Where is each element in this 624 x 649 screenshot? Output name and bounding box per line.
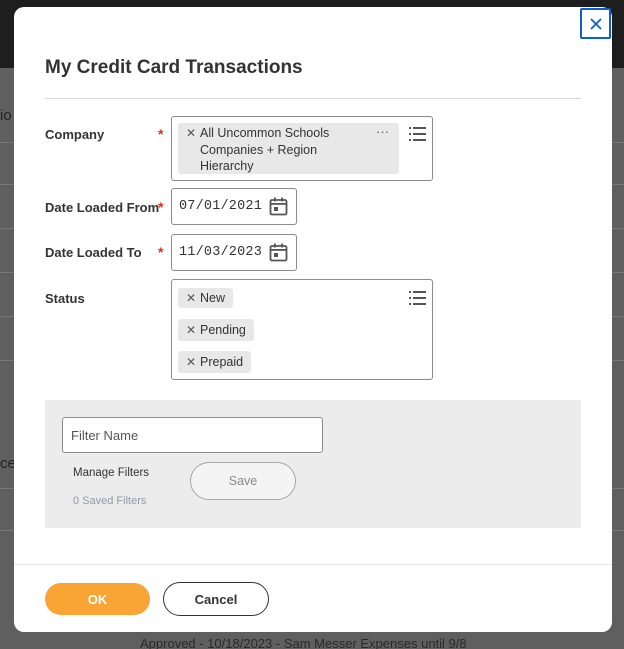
dialog-title: My Credit Card Transactions: [45, 57, 303, 78]
date-loaded-to-label: Date Loaded To: [45, 245, 142, 260]
cancel-button[interactable]: Cancel: [163, 582, 269, 616]
title-divider: [45, 98, 581, 99]
remove-status-icon[interactable]: ✕: [186, 322, 200, 338]
status-pill-new: ✕ New: [178, 288, 234, 308]
saved-filters-panel: Manage Filters 0 Saved Filters Save: [45, 400, 581, 528]
more-options-icon[interactable]: ···: [376, 124, 389, 139]
date-loaded-from-value: 07/01/2021: [179, 199, 263, 214]
remove-company-icon[interactable]: ✕: [186, 125, 200, 141]
saved-filters-count: 0 Saved Filters: [73, 495, 147, 507]
status-pill-pending: ✕ Pending: [178, 319, 254, 341]
status-pill-label: New: [200, 291, 226, 305]
manage-filters-label: Manage Filters: [73, 467, 150, 479]
save-filter-button[interactable]: Save: [190, 462, 296, 500]
footer-divider: [14, 564, 612, 565]
list-icon[interactable]: [409, 127, 426, 141]
credit-card-transactions-dialog: My Credit Card Transactions Company * ✕ …: [14, 7, 612, 632]
date-loaded-from-label: Date Loaded From: [45, 200, 160, 215]
status-pill-prepaid: ✕ Prepaid: [178, 351, 252, 373]
date-loaded-to-value: 11/03/2023: [179, 245, 263, 260]
list-icon[interactable]: [409, 291, 426, 305]
remove-status-icon[interactable]: ✕: [186, 290, 200, 306]
company-selected-value: All Uncommon Schools Companies + Region …: [200, 126, 330, 173]
date-loaded-from-required-marker: *: [158, 199, 164, 215]
status-multiselect[interactable]: ✕ New ✕ Pending ✕ Prepaid: [171, 279, 433, 380]
ok-button[interactable]: OK: [45, 583, 150, 615]
status-label: Status: [45, 291, 85, 306]
calendar-icon[interactable]: [269, 243, 288, 262]
company-multiselect[interactable]: ✕ All Uncommon Schools Companies + Regio…: [171, 116, 433, 181]
close-icon: [589, 17, 602, 30]
company-required-marker: *: [158, 126, 164, 142]
company-selected-pill: ✕ All Uncommon Schools Companies + Regio…: [178, 123, 399, 174]
date-loaded-from-input[interactable]: 07/01/2021: [171, 188, 297, 225]
date-loaded-to-input[interactable]: 11/03/2023: [171, 234, 297, 271]
filter-name-input[interactable]: [62, 417, 323, 453]
status-pill-label: Prepaid: [200, 355, 244, 369]
remove-status-icon[interactable]: ✕: [186, 354, 200, 370]
date-loaded-to-required-marker: *: [158, 244, 164, 260]
calendar-icon[interactable]: [269, 197, 288, 216]
company-label: Company: [45, 127, 105, 142]
close-dialog-button[interactable]: [580, 8, 611, 39]
background-row-text: Approved - 10/18/2023 - Sam Messer Expen…: [140, 636, 467, 649]
status-pill-label: Pending: [200, 323, 246, 337]
background-text-fragment: io: [0, 107, 12, 124]
